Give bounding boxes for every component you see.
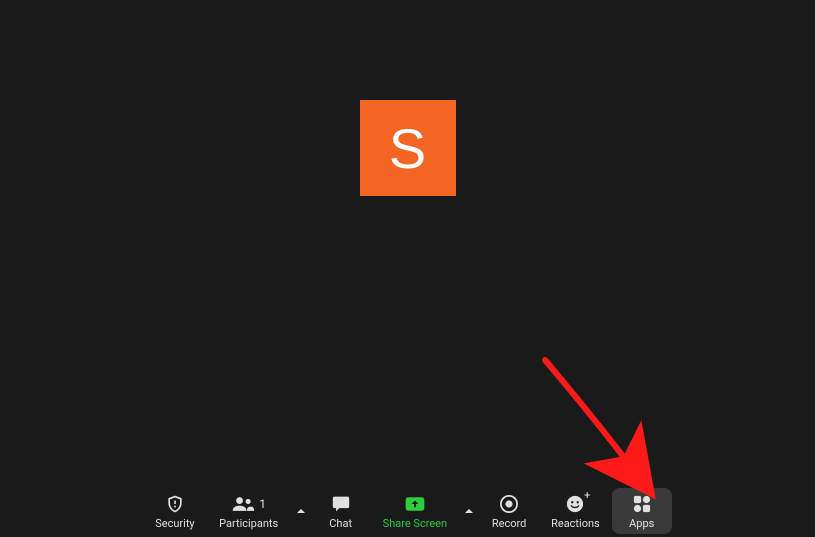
meeting-toolbar: Security 1 Participants Chat Share Scree… xyxy=(0,485,815,537)
participants-label: Participants xyxy=(219,517,278,530)
participants-button[interactable]: 1 Participants xyxy=(207,488,291,534)
apps-label: Apps xyxy=(629,517,654,530)
avatar-letter: S xyxy=(389,116,426,181)
record-icon xyxy=(500,493,518,515)
participants-chevron[interactable] xyxy=(291,488,311,534)
participants-count: 1 xyxy=(259,497,266,511)
apps-icon xyxy=(633,493,651,515)
security-label: Security xyxy=(155,517,194,530)
record-label: Record xyxy=(492,517,526,530)
share-screen-label: Share Screen xyxy=(383,517,447,530)
participants-icon: 1 xyxy=(231,493,266,515)
chat-button[interactable]: Chat xyxy=(311,488,371,534)
security-button[interactable]: Security xyxy=(143,488,206,534)
share-screen-chevron[interactable] xyxy=(459,488,479,534)
chat-label: Chat xyxy=(329,517,352,530)
video-area: S xyxy=(0,0,815,485)
share-screen-icon xyxy=(404,493,426,515)
plus-icon: + xyxy=(584,489,590,502)
apps-button[interactable]: Apps xyxy=(612,488,672,534)
record-button[interactable]: Record xyxy=(479,488,539,534)
reactions-button[interactable]: + Reactions xyxy=(539,488,612,534)
share-screen-button[interactable]: Share Screen xyxy=(371,488,459,534)
participant-avatar: S xyxy=(360,100,456,196)
reactions-icon: + xyxy=(566,493,584,515)
shield-icon xyxy=(165,493,185,515)
chat-icon xyxy=(331,493,351,515)
reactions-label: Reactions xyxy=(551,517,600,530)
